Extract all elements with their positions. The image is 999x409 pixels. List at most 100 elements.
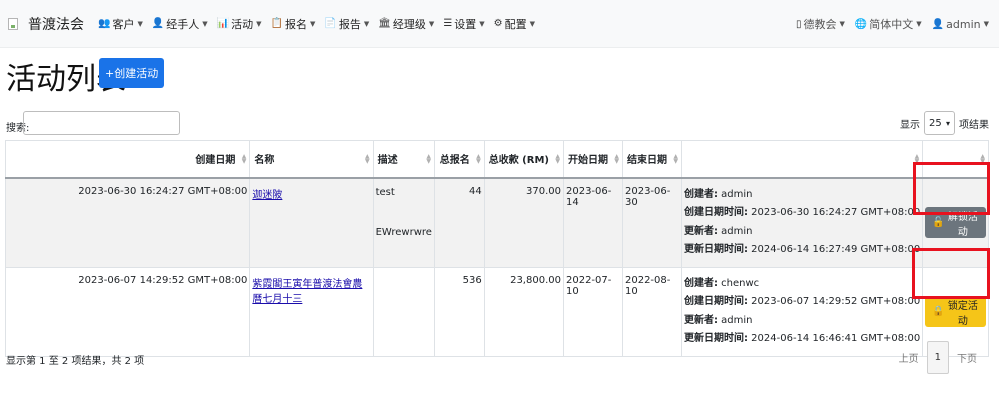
nav-item-label: 设置 (454, 17, 477, 31)
meta-line: 更新日期时间: 2024-06-14 16:46:41 GMT+08:00 (684, 330, 920, 349)
nav-icon: 👥 (98, 18, 111, 29)
caret-down-icon: ▼ (309, 19, 316, 28)
description-line: EWrewrwre (375, 226, 432, 238)
cell-description (372, 266, 435, 357)
building-icon: ▯ (795, 18, 802, 30)
meta-value: 2023-06-07 14:29:52 GMT+08:00 (751, 296, 921, 307)
action-label: 锁定活动 (947, 300, 978, 327)
nav-icon: 👤 (151, 18, 165, 29)
nav-item-label: 配置 (504, 17, 527, 31)
nav-item-label: 客户 (112, 17, 135, 31)
top-navbar: 普渡法会 👥 客户 ▼ 👤 经手人 ▼ 📊 活动 ▼ 📋 报名 ▼ 📄 报告 ▼ 🏛 经理级 ▼ ☰ 设置 ▼ ⚙ 配置 ▼ … (0, 0, 999, 48)
meta-value: admin (721, 225, 753, 237)
nav-item-6[interactable]: ☰ 设置 ▼ (443, 16, 484, 32)
meta-key: 更新日期时间: (683, 244, 748, 255)
caret-down-icon: ▼ (256, 19, 262, 28)
table-row: 2023-06-07 14:29:52 GMT+08:00 紫霞閣王寅年普渡法會農… (4, 266, 989, 357)
table-info: 显示第 1 至 2 项结果，共 2 项 (6, 356, 145, 367)
caret-down-icon: ▼ (916, 20, 922, 28)
pagination-prev[interactable]: 上页 (891, 341, 927, 374)
meta-line: 创建者: chenwc (684, 275, 920, 294)
cell-total-amount: 370.00 (483, 177, 564, 268)
nav-item-label: 德教会 (803, 18, 837, 31)
search-input[interactable] (23, 111, 180, 135)
nav-icon: 📄 (324, 18, 337, 29)
caret-down-icon: ▼ (363, 19, 370, 28)
length-prefix: 显示 (900, 119, 920, 131)
pagination-current-page[interactable]: 1 (926, 341, 949, 374)
meta-value: admin (721, 188, 753, 200)
caret-down-icon: ▼ (529, 19, 536, 28)
sort-icon: ▲ ▼ (426, 153, 431, 165)
sort-desc-icon: ▲ ▼ (241, 153, 247, 165)
description-line: test (375, 186, 395, 198)
column-header-end-date[interactable]: 结束日期 ▲ ▼ (621, 140, 682, 178)
cell-name: 紫霞閣王寅年普渡法會農曆七月十三 (249, 266, 374, 357)
create-activity-button[interactable]: +创建活动 (99, 58, 165, 88)
column-header-description[interactable]: 描述 ▲ ▼ (372, 140, 435, 178)
table-header-row: 创建日期 ▲ ▼ 名称 ▲ ▼ 描述 ▲ ▼ 总报名 ▲ ▼ 总收款 (RM) ▲ ▼ 开始日期 ▲ ▼… (4, 140, 989, 178)
cell-total-registrations: 536 (433, 266, 485, 357)
column-header-total-registrations[interactable]: 总报名 ▲ ▼ (433, 140, 485, 178)
org-menu[interactable]: ▯ 德教会 ▼ (796, 16, 845, 32)
user-menu[interactable]: 👤 admin ▼ (932, 18, 989, 31)
meta-value: admin (721, 314, 753, 326)
nav-item-0[interactable]: 👥 客户 ▼ (98, 16, 143, 32)
column-header-created[interactable]: 创建日期 ▲ ▼ (4, 140, 251, 178)
nav-item-4[interactable]: 📄 报告 ▼ (324, 16, 369, 32)
table-row: 2023-06-30 16:24:27 GMT+08:00 迦迷陂 test EWre… (4, 177, 989, 268)
cell-end-date: 2022-08-10 (621, 266, 682, 357)
activity-name-link[interactable]: 迦迷陂 (252, 190, 282, 201)
nav-icon: ⚙ (493, 18, 503, 29)
cell-end-date: 2023-06-30 (621, 177, 682, 268)
column-header-start-date[interactable]: 开始日期 ▲ ▼ (562, 140, 623, 178)
meta-key: 创建者: (683, 277, 718, 289)
brand-logo-icon (8, 17, 18, 30)
cell-start-date: 2022-07-10 (562, 266, 623, 357)
cell-created: 2023-06-30 16:24:27 GMT+08:00 (4, 177, 251, 268)
pagination: 上页 1 下页 (891, 341, 985, 374)
unlock-icon: 🔓 (932, 217, 945, 228)
language-menu[interactable]: 🌐 简体中文 ▼ (855, 16, 922, 32)
meta-key: 更新日期时间: (683, 333, 748, 344)
nav-item-3[interactable]: 📋 报名 ▼ (271, 16, 316, 32)
column-header-total-amount[interactable]: 总收款 (RM) ▲ ▼ (483, 140, 564, 178)
meta-line: 创建日期时间: 2023-06-07 14:29:52 GMT+08:00 (684, 293, 920, 312)
meta-key: 创建日期时间: (683, 207, 748, 218)
meta-key: 创建日期时间: (683, 296, 748, 307)
user-icon: 👤 (931, 18, 945, 30)
brand-name: 普渡法会 (28, 16, 84, 33)
globe-icon: 🌐 (854, 18, 868, 30)
meta-value: 2024-06-14 16:27:49 GMT+08:00 (751, 244, 921, 255)
highlight-box (913, 162, 990, 215)
meta-line: 创建日期时间: 2023-06-30 16:24:27 GMT+08:00 (684, 204, 920, 223)
nav-item-5[interactable]: 🏛 经理级 ▼ (378, 16, 434, 32)
meta-line: 更新者: admin (684, 223, 920, 242)
chevron-down-icon: ▾ (945, 118, 950, 128)
meta-key: 更新者: (683, 225, 718, 237)
activity-name-link[interactable]: 紫霞閣王寅年普渡法會農曆七月十三 (252, 279, 362, 305)
meta-key: 创建者: (683, 188, 718, 200)
nav-icon: 🏛 (378, 18, 391, 29)
sort-icon: ▲ ▼ (614, 153, 619, 165)
lock-activity-button[interactable]: 🔒 锁定活动 (925, 296, 986, 327)
nav-user-menu: ▯ 德教会 ▼ 🌐 简体中文 ▼ 👤 admin ▼ (786, 0, 989, 48)
nav-item-2[interactable]: 📊 活动 ▼ (217, 16, 262, 32)
nav-item-label: 活动 (231, 17, 254, 31)
meta-key: 更新者: (683, 314, 718, 326)
nav-item-7[interactable]: ⚙ 配置 ▼ (494, 16, 535, 32)
brand[interactable]: 普渡法会 (8, 14, 84, 34)
column-header-meta[interactable]: ▲ ▼ (680, 140, 924, 178)
sort-icon: ▲ ▼ (364, 153, 370, 165)
page-length-select[interactable]: 25 ▾ (924, 111, 955, 135)
nav-item-label: 报告 (338, 17, 361, 31)
meta-line: 更新日期时间: 2024-06-14 16:27:49 GMT+08:00 (684, 241, 920, 260)
nav-item-1[interactable]: 👤 经手人 ▼ (152, 16, 208, 32)
nav-icon: 📋 (270, 18, 283, 29)
page-length-value: 25 (929, 117, 942, 129)
nav-icon: ☰ (443, 18, 453, 29)
column-header-name[interactable]: 名称 ▲ ▼ (249, 140, 374, 178)
pagination-next[interactable]: 下页 (949, 341, 985, 374)
caret-down-icon: ▼ (839, 20, 845, 28)
nav-item-label: 经理级 (392, 17, 426, 31)
